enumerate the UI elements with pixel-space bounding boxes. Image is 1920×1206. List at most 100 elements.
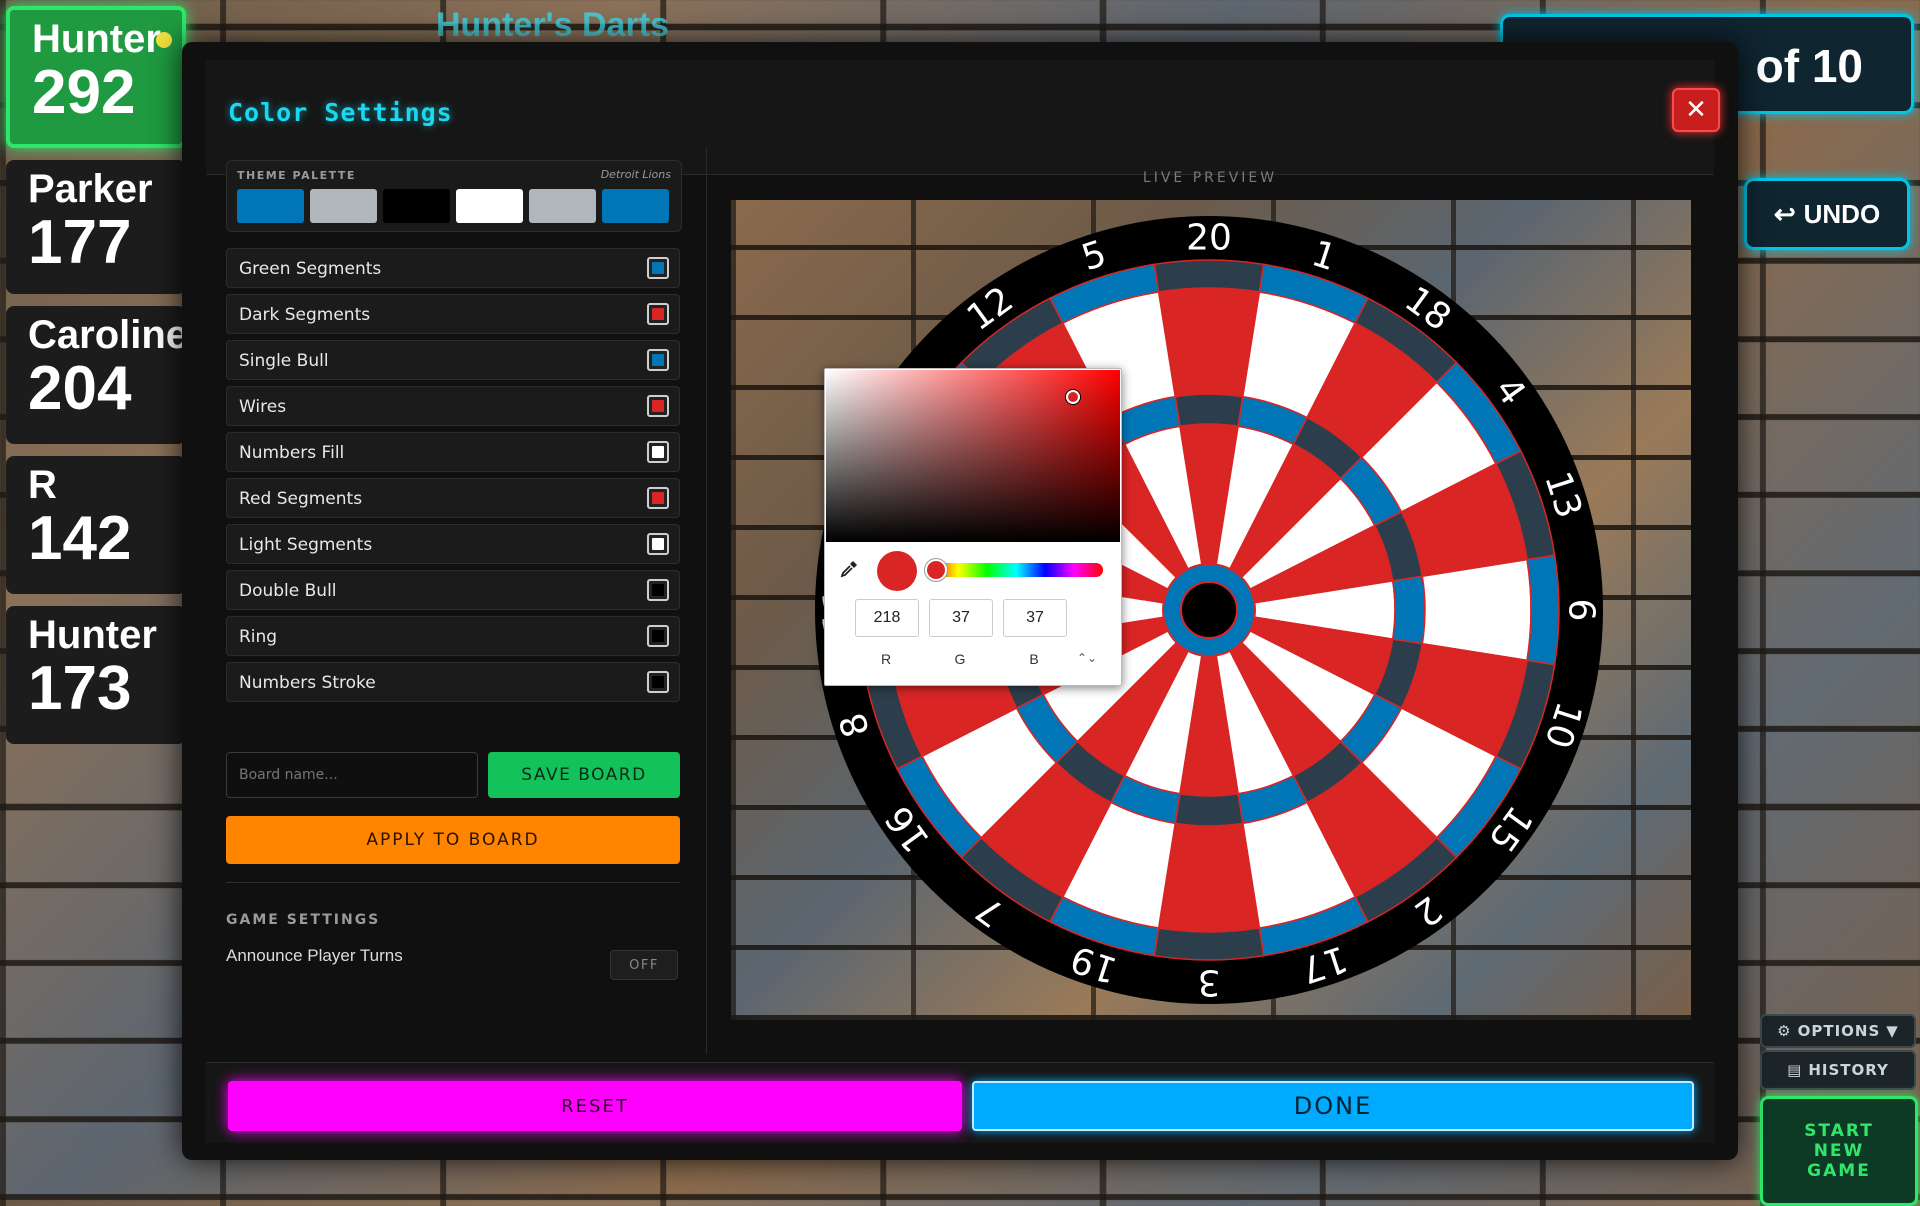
color-settings-modal: Color Settings ✕ THEME PALETTE Detroit L… bbox=[182, 42, 1738, 1160]
apply-to-board-button[interactable]: APPLY TO BOARD bbox=[226, 816, 680, 864]
player-score: 177 bbox=[28, 208, 132, 277]
board-number: 6 bbox=[1561, 599, 1602, 622]
player-card: Parker 177 bbox=[6, 160, 186, 294]
color-chip[interactable] bbox=[647, 671, 669, 693]
color-chip[interactable] bbox=[647, 349, 669, 371]
palette-swatch[interactable] bbox=[237, 189, 304, 223]
active-indicator bbox=[156, 32, 172, 48]
color-row[interactable]: Green Segments bbox=[226, 248, 680, 288]
palette-label: THEME PALETTE bbox=[237, 169, 356, 182]
modal-footer: RESET DONE bbox=[206, 1062, 1714, 1143]
close-icon: ✕ bbox=[1685, 95, 1707, 125]
history-button[interactable]: ▤ HISTORY bbox=[1760, 1050, 1916, 1090]
triple-segment bbox=[1391, 575, 1426, 645]
color-chip-fill bbox=[652, 446, 664, 458]
options-button[interactable]: ⚙ OPTIONS ▼ bbox=[1760, 1014, 1916, 1048]
single-outer-segment bbox=[1157, 822, 1261, 933]
palette-swatch[interactable] bbox=[310, 189, 377, 223]
single-outer-segment bbox=[1421, 558, 1532, 662]
red-input[interactable]: 218 bbox=[855, 599, 919, 637]
palette-swatch[interactable] bbox=[456, 189, 523, 223]
triple-segment bbox=[1174, 393, 1244, 428]
announce-turns-toggle[interactable]: OFF bbox=[610, 950, 678, 980]
player-name: Hunter bbox=[32, 17, 161, 61]
color-row[interactable]: Numbers Fill bbox=[226, 432, 680, 472]
color-chip-fill bbox=[652, 354, 664, 366]
game-title: Hunter's Darts bbox=[436, 6, 669, 44]
color-chip[interactable] bbox=[647, 579, 669, 601]
reset-button[interactable]: RESET bbox=[228, 1081, 962, 1131]
board-name-input[interactable] bbox=[226, 752, 478, 798]
color-row[interactable]: Double Bull bbox=[226, 570, 680, 610]
player-score: 173 bbox=[28, 654, 132, 723]
player-score: 292 bbox=[32, 58, 136, 127]
color-picker: 218 37 37 R G B ⌃⌄ bbox=[824, 368, 1122, 686]
hue-handle[interactable] bbox=[925, 559, 947, 581]
color-chip[interactable] bbox=[647, 257, 669, 279]
hue-slider[interactable] bbox=[929, 563, 1103, 577]
palette-swatch[interactable] bbox=[383, 189, 450, 223]
theme-palette: THEME PALETTE Detroit Lions bbox=[226, 160, 682, 232]
color-row-label: Single Bull bbox=[239, 351, 329, 371]
color-chip[interactable] bbox=[647, 395, 669, 417]
color-chip-fill bbox=[652, 400, 664, 412]
color-chip[interactable] bbox=[647, 303, 669, 325]
save-board-button[interactable]: SAVE BOARD bbox=[488, 752, 680, 798]
undo-label: UNDO bbox=[1803, 198, 1881, 229]
player-score: 142 bbox=[28, 504, 132, 573]
player-card: R 142 bbox=[6, 456, 186, 594]
player-card: Hunter 173 bbox=[6, 606, 186, 744]
color-chip-fill bbox=[652, 308, 664, 320]
color-chip[interactable] bbox=[647, 533, 669, 555]
player-name: Parker bbox=[28, 167, 153, 211]
double-bull bbox=[1180, 581, 1238, 639]
color-row[interactable]: Light Segments bbox=[226, 524, 680, 564]
color-row-label: Light Segments bbox=[239, 535, 373, 555]
history-label: HISTORY bbox=[1808, 1061, 1889, 1079]
divider bbox=[226, 882, 680, 883]
undo-button[interactable]: ↩ UNDO bbox=[1744, 178, 1910, 250]
color-row[interactable]: Red Segments bbox=[226, 478, 680, 518]
color-chip[interactable] bbox=[647, 625, 669, 647]
history-icon: ▤ bbox=[1787, 1061, 1803, 1079]
palette-name: Detroit Lions bbox=[600, 168, 671, 181]
color-row[interactable]: Ring bbox=[226, 616, 680, 656]
close-button[interactable]: ✕ bbox=[1672, 88, 1720, 132]
color-row-label: Numbers Fill bbox=[239, 443, 345, 463]
color-row-label: Wires bbox=[239, 397, 287, 417]
color-chip[interactable] bbox=[647, 487, 669, 509]
color-row-label: Ring bbox=[239, 627, 278, 647]
mode-toggle-icon[interactable]: ⌃⌄ bbox=[1077, 651, 1097, 665]
options-label: OPTIONS bbox=[1797, 1022, 1881, 1040]
green-label: G bbox=[954, 651, 966, 667]
green-input[interactable]: 37 bbox=[929, 599, 993, 637]
live-preview-label: LIVE PREVIEW bbox=[1142, 170, 1278, 186]
triple-segment bbox=[1174, 792, 1244, 827]
double-segment bbox=[1153, 927, 1265, 961]
palette-swatch[interactable] bbox=[529, 189, 596, 223]
color-row[interactable]: Numbers Stroke bbox=[226, 662, 680, 702]
red-label: R bbox=[880, 651, 892, 667]
settings-panel: THEME PALETTE Detroit Lions Green Segmen… bbox=[226, 160, 686, 1060]
color-row[interactable]: Dark Segments bbox=[226, 294, 680, 334]
double-segment bbox=[1526, 554, 1560, 666]
blue-input[interactable]: 37 bbox=[1003, 599, 1067, 637]
color-row[interactable]: Wires bbox=[226, 386, 680, 426]
player-score: 204 bbox=[28, 354, 132, 423]
palette-swatch[interactable] bbox=[602, 189, 669, 223]
selected-color-swatch bbox=[877, 551, 917, 591]
color-chip-fill bbox=[652, 538, 664, 550]
game-settings-heading: GAME SETTINGS bbox=[226, 912, 381, 928]
saturation-value-area[interactable] bbox=[826, 370, 1120, 542]
color-chip-fill bbox=[652, 630, 664, 642]
color-row-label: Dark Segments bbox=[239, 305, 371, 325]
single-outer-segment bbox=[1157, 287, 1261, 398]
gear-icon: ⚙ bbox=[1777, 1022, 1792, 1040]
player-name: R bbox=[28, 463, 57, 507]
color-chip[interactable] bbox=[647, 441, 669, 463]
saturation-handle[interactable] bbox=[1066, 390, 1080, 404]
eyedropper-icon[interactable] bbox=[839, 559, 859, 579]
done-button[interactable]: DONE bbox=[972, 1081, 1694, 1131]
color-row[interactable]: Single Bull bbox=[226, 340, 680, 380]
start-new-game-button[interactable]: START NEW GAME bbox=[1760, 1096, 1918, 1206]
